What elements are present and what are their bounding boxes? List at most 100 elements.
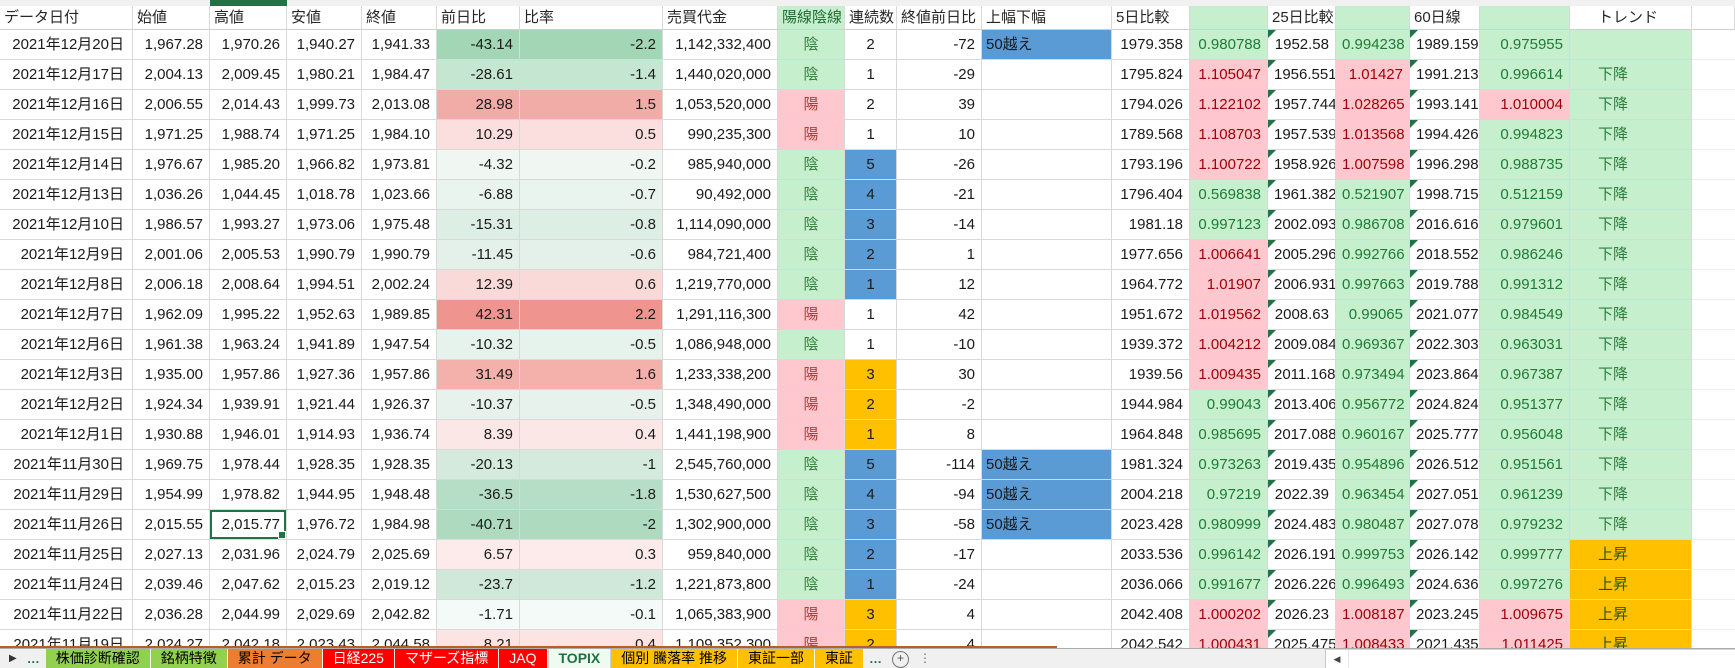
- cell-filler[interactable]: [1692, 120, 1735, 150]
- cell-r60[interactable]: 0.979232: [1480, 510, 1570, 540]
- cell-d5[interactable]: 1794.026: [1112, 90, 1190, 120]
- cell-trend[interactable]: 下降: [1570, 180, 1692, 210]
- cell-filler[interactable]: [1692, 570, 1735, 600]
- cell-r25[interactable]: 0.956772: [1336, 390, 1410, 420]
- cell-d5[interactable]: 1789.568: [1112, 120, 1190, 150]
- cell-r60[interactable]: 0.997276: [1480, 570, 1570, 600]
- cell-close[interactable]: 1,990.79: [362, 240, 437, 270]
- cell-range[interactable]: 50越え: [982, 450, 1112, 480]
- cell-streak[interactable]: 1: [845, 330, 897, 360]
- cell-open[interactable]: 2,004.13: [133, 60, 210, 90]
- cell-range[interactable]: [982, 570, 1112, 600]
- cell-r60[interactable]: 0.951561: [1480, 450, 1570, 480]
- cell-close_diff[interactable]: 39: [897, 90, 982, 120]
- cell-high[interactable]: 1,978.82: [210, 480, 287, 510]
- cell-close_diff[interactable]: -14: [897, 210, 982, 240]
- cell-range[interactable]: [982, 240, 1112, 270]
- cell-ratio[interactable]: 0.6: [520, 270, 663, 300]
- cell-close_diff[interactable]: -24: [897, 570, 982, 600]
- cell-r5[interactable]: 1.108703: [1190, 120, 1268, 150]
- cell-trend[interactable]: 下降: [1570, 360, 1692, 390]
- horizontal-scrollbar[interactable]: ◀: [1325, 649, 1735, 668]
- sheet-overflow-right-icon[interactable]: …: [864, 649, 888, 668]
- cell-r5[interactable]: 0.97219: [1190, 480, 1268, 510]
- cell-d25[interactable]: 2008.63: [1268, 300, 1336, 330]
- sheet-tab-kobetsu-torakuritsu-suii[interactable]: 個別 騰落率 推移: [611, 649, 738, 668]
- cell-turnover[interactable]: 959,840,000: [663, 540, 778, 570]
- cell-turnover[interactable]: 1,441,198,900: [663, 420, 778, 450]
- cell-r25[interactable]: 0.992766: [1336, 240, 1410, 270]
- cell-filler[interactable]: [1692, 300, 1735, 330]
- cell-ratio[interactable]: -1.8: [520, 480, 663, 510]
- cell-diff[interactable]: -4.32: [437, 150, 520, 180]
- cell-ratio[interactable]: -0.5: [520, 330, 663, 360]
- cell-r25[interactable]: 0.994238: [1336, 30, 1410, 60]
- cell-date[interactable]: 2021年12月8日: [0, 270, 133, 300]
- cell-open[interactable]: 1,967.28: [133, 30, 210, 60]
- cell-r5[interactable]: 1.000202: [1190, 600, 1268, 630]
- cell-trend[interactable]: 下降: [1570, 60, 1692, 90]
- cell-high[interactable]: 2,009.45: [210, 60, 287, 90]
- cell-streak[interactable]: 2: [845, 240, 897, 270]
- cell-date[interactable]: 2021年11月25日: [0, 540, 133, 570]
- cell-streak[interactable]: 1: [845, 120, 897, 150]
- cell-range[interactable]: 50越え: [982, 30, 1112, 60]
- cell-high[interactable]: 2,008.64: [210, 270, 287, 300]
- cell-low[interactable]: 1,914.93: [287, 420, 362, 450]
- cell-r60[interactable]: 1.011425: [1480, 630, 1570, 648]
- cell-turnover[interactable]: 90,492,000: [663, 180, 778, 210]
- cell-r5[interactable]: 1.100722: [1190, 150, 1268, 180]
- cell-diff[interactable]: 31.49: [437, 360, 520, 390]
- cell-turnover[interactable]: 1,086,948,000: [663, 330, 778, 360]
- cell-d25[interactable]: 2005.296: [1268, 240, 1336, 270]
- cell-diff[interactable]: -23.7: [437, 570, 520, 600]
- cell-r5[interactable]: 0.973263: [1190, 450, 1268, 480]
- cell-high[interactable]: 2,005.53: [210, 240, 287, 270]
- cell-turnover[interactable]: 985,940,000: [663, 150, 778, 180]
- cell-high[interactable]: 1,985.20: [210, 150, 287, 180]
- selected-cell[interactable]: 2,015.77: [210, 510, 287, 540]
- cell-r25[interactable]: 0.99065: [1336, 300, 1410, 330]
- cell-turnover[interactable]: 1,530,627,500: [663, 480, 778, 510]
- cell-streak[interactable]: 3: [845, 210, 897, 240]
- cell-trend[interactable]: 下降: [1570, 240, 1692, 270]
- cell-filler[interactable]: [1692, 480, 1735, 510]
- cell-range[interactable]: [982, 360, 1112, 390]
- cell-low[interactable]: 1,928.35: [287, 450, 362, 480]
- cell-streak[interactable]: 2: [845, 90, 897, 120]
- cell-open[interactable]: 1,962.09: [133, 300, 210, 330]
- cell-r60[interactable]: 0.512159: [1480, 180, 1570, 210]
- cell-range[interactable]: [982, 420, 1112, 450]
- cell-d5[interactable]: 1939.56: [1112, 360, 1190, 390]
- sheet-tab-kabuka-shindan-kakunin[interactable]: 株価診断確認: [46, 649, 151, 668]
- cell-range[interactable]: 50越え: [982, 480, 1112, 510]
- cell-r5[interactable]: 0.569838: [1190, 180, 1268, 210]
- cell-trend[interactable]: 上昇: [1570, 630, 1692, 648]
- cell-filler[interactable]: [1692, 600, 1735, 630]
- cell-d5[interactable]: 1977.656: [1112, 240, 1190, 270]
- cell-date[interactable]: 2021年12月15日: [0, 120, 133, 150]
- cell-high[interactable]: 1,946.01: [210, 420, 287, 450]
- cell-close_diff[interactable]: 4: [897, 600, 982, 630]
- cell-low[interactable]: 1,941.89: [287, 330, 362, 360]
- cell-date[interactable]: 2021年12月10日: [0, 210, 133, 240]
- cell-open[interactable]: 2,039.46: [133, 570, 210, 600]
- cell-d25[interactable]: 2006.931: [1268, 270, 1336, 300]
- cell-d60[interactable]: 2024.636: [1410, 570, 1480, 600]
- cell-d60[interactable]: 2023.864: [1410, 360, 1480, 390]
- cell-trend[interactable]: 下降: [1570, 300, 1692, 330]
- cell-ratio[interactable]: -0.7: [520, 180, 663, 210]
- cell-ratio[interactable]: -0.5: [520, 390, 663, 420]
- cell-d5[interactable]: 2033.536: [1112, 540, 1190, 570]
- cell-high[interactable]: 1,963.24: [210, 330, 287, 360]
- cell-range[interactable]: [982, 300, 1112, 330]
- cell-ratio[interactable]: 0.4: [520, 420, 663, 450]
- cell-r25[interactable]: 0.997663: [1336, 270, 1410, 300]
- cell-r5[interactable]: 0.991677: [1190, 570, 1268, 600]
- cell-turnover[interactable]: 1,065,383,900: [663, 600, 778, 630]
- cell-d60[interactable]: 1993.141: [1410, 90, 1480, 120]
- cell-d25[interactable]: 2013.406: [1268, 390, 1336, 420]
- cell-d25[interactable]: 2026.191: [1268, 540, 1336, 570]
- cell-r25[interactable]: 0.963454: [1336, 480, 1410, 510]
- cell-candle[interactable]: 陰: [778, 540, 845, 570]
